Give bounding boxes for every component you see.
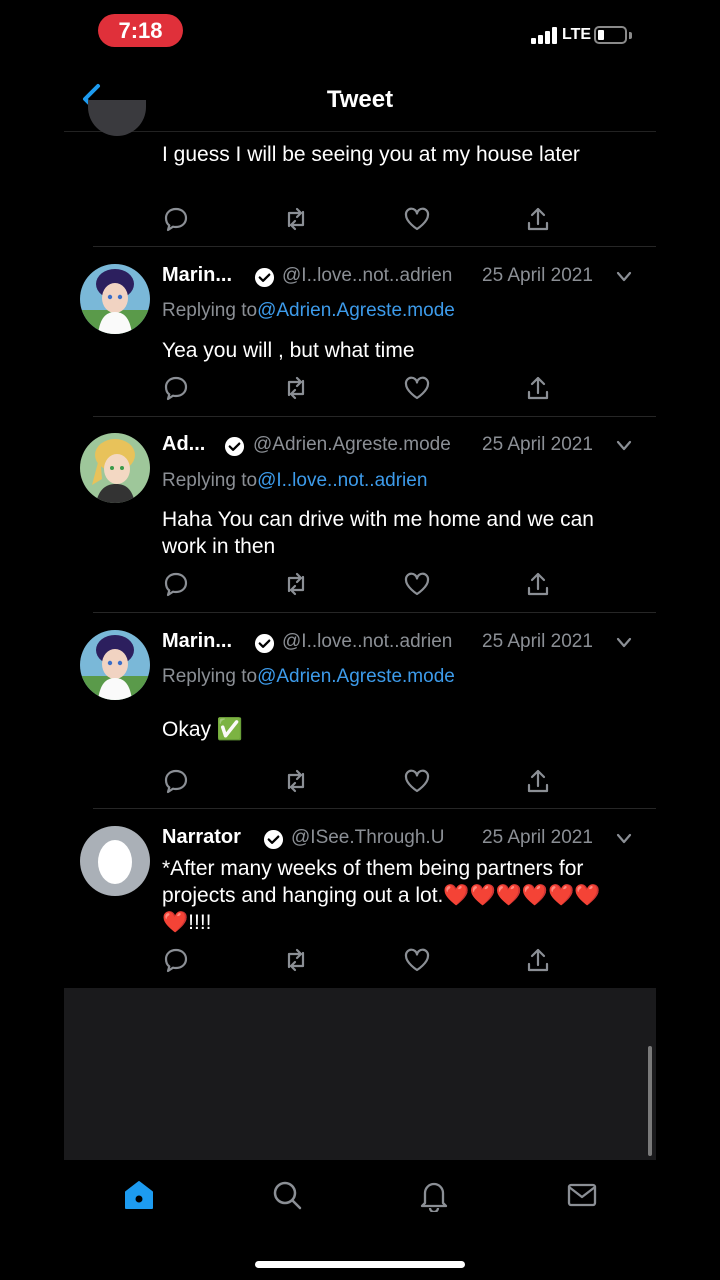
tweet-date: 25 April 2021 <box>482 434 593 455</box>
tweet-date: 25 April 2021 <box>482 827 593 848</box>
handle[interactable]: @I..love..not..adrien <box>282 631 452 653</box>
mention-link[interactable]: @Adrien.Agreste.mode <box>257 300 455 321</box>
retweet-icon[interactable] <box>282 374 310 402</box>
retweet-icon[interactable] <box>282 946 310 974</box>
retweet-icon[interactable] <box>282 767 310 795</box>
like-icon[interactable] <box>403 946 431 974</box>
like-icon[interactable] <box>403 570 431 598</box>
tweet-actions <box>162 570 562 598</box>
replying-to: Replying to@Adrien.Agreste.mode <box>162 300 455 322</box>
avatar[interactable] <box>80 630 150 700</box>
messages-icon[interactable] <box>565 1178 599 1212</box>
divider <box>93 612 656 613</box>
tweet-actions <box>162 946 562 974</box>
notifications-icon[interactable] <box>417 1178 451 1214</box>
tweet-text: I guess I will be seeing you at my house… <box>162 143 580 166</box>
like-icon[interactable] <box>403 767 431 795</box>
verified-icon <box>263 829 284 850</box>
share-icon[interactable] <box>524 767 552 795</box>
tweet-actions <box>162 205 562 233</box>
display-name[interactable]: Marin... <box>162 630 232 653</box>
handle[interactable]: @I..love..not..adrien <box>282 265 452 287</box>
replying-to-label: Replying to <box>162 666 258 687</box>
reply-icon[interactable] <box>162 570 190 598</box>
tweet-text: Haha You can drive with me home and we c… <box>162 508 594 558</box>
home-indicator[interactable] <box>255 1261 465 1268</box>
avatar[interactable] <box>80 433 150 503</box>
reply-icon[interactable] <box>162 374 190 402</box>
avatar[interactable] <box>80 264 150 334</box>
replying-to-label: Replying to <box>162 470 258 491</box>
verified-icon <box>254 633 275 654</box>
like-icon[interactable] <box>403 205 431 233</box>
tweet-text: Okay ✅ <box>162 718 243 741</box>
share-icon[interactable] <box>524 570 552 598</box>
reply-icon[interactable] <box>162 205 190 233</box>
tweet-actions <box>162 374 562 402</box>
retweet-icon[interactable] <box>282 205 310 233</box>
share-icon[interactable] <box>524 374 552 402</box>
signal-icon <box>531 27 557 44</box>
tweet-header: Marin... @I..love..not..adrien 25 April … <box>162 630 642 658</box>
tweet-text: Yea you will , but what time <box>162 339 415 362</box>
chevron-down-icon[interactable] <box>616 270 632 284</box>
chevron-down-icon[interactable] <box>616 439 632 453</box>
tweet-date: 25 April 2021 <box>482 631 593 652</box>
tweet-header: Narrator @ISee.Through.U 25 April 2021 <box>162 826 642 854</box>
chevron-down-icon[interactable] <box>616 636 632 650</box>
display-name[interactable]: Narrator <box>162 826 241 849</box>
share-icon[interactable] <box>524 205 552 233</box>
mention-link[interactable]: @Adrien.Agreste.mode <box>257 666 455 687</box>
avatar[interactable] <box>80 826 150 896</box>
reply-icon[interactable] <box>162 767 190 795</box>
handle[interactable]: @Adrien.Agreste.mode <box>253 434 451 456</box>
replying-to-label: Replying to <box>162 300 258 321</box>
top-bar: Tweet <box>64 64 656 132</box>
search-icon[interactable] <box>270 1178 304 1212</box>
status-time: 7:18 <box>98 14 183 47</box>
status-bar: 7:18 LTE <box>0 0 720 64</box>
verified-icon <box>224 436 245 457</box>
display-name[interactable]: Marin... <box>162 264 232 287</box>
retweet-icon[interactable] <box>282 570 310 598</box>
divider <box>93 246 656 247</box>
bottom-tab-bar <box>64 1160 656 1232</box>
mention-link[interactable]: @I..love..not..adrien <box>257 470 427 491</box>
empty-content-area <box>64 988 656 1160</box>
chevron-down-icon[interactable] <box>616 832 632 846</box>
tweet-text: *After many weeks of them being partners… <box>162 857 601 934</box>
battery-icon <box>594 26 627 44</box>
divider <box>93 808 656 809</box>
reply-icon[interactable] <box>162 946 190 974</box>
display-name[interactable]: Ad... <box>162 433 205 456</box>
replying-to: Replying to@Adrien.Agreste.mode <box>162 666 455 688</box>
verified-icon <box>254 267 275 288</box>
tweet-actions <box>162 767 562 795</box>
scrollbar[interactable] <box>648 1046 652 1156</box>
page-title: Tweet <box>326 86 394 113</box>
share-icon[interactable] <box>524 946 552 974</box>
divider <box>93 416 656 417</box>
like-icon[interactable] <box>403 374 431 402</box>
handle[interactable]: @ISee.Through.U <box>291 827 444 849</box>
tweet-date: 25 April 2021 <box>482 265 593 286</box>
tweet-header: Ad... @Adrien.Agreste.mode 25 April 2021 <box>162 433 642 461</box>
network-label: LTE <box>562 26 592 43</box>
replying-to: Replying to@I..love..not..adrien <box>162 470 427 492</box>
home-icon[interactable] <box>122 1178 156 1212</box>
tweet-header: Marin... @I..love..not..adrien 25 April … <box>162 264 642 292</box>
